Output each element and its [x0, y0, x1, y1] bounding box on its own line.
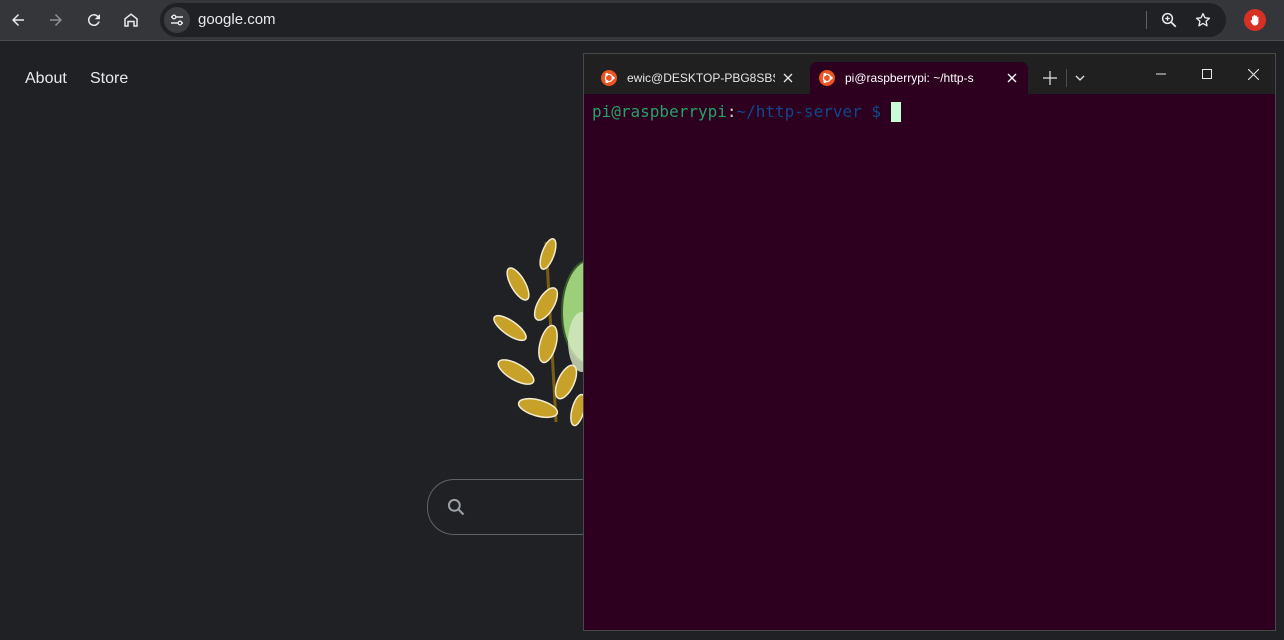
prompt-user: pi@raspberrypi: [592, 102, 727, 121]
extension-button[interactable]: [1244, 9, 1266, 31]
close-icon: [783, 73, 793, 83]
omnibox-divider: [1146, 11, 1147, 29]
terminal-window[interactable]: ewic@DESKTOP-PBG8SBS pi@raspberrypi: ~/h…: [583, 53, 1276, 631]
text-cursor: [891, 102, 902, 122]
home-button[interactable]: [115, 4, 147, 36]
chevron-down-icon: [1075, 75, 1085, 81]
search-icon: [447, 498, 465, 516]
about-link[interactable]: About: [25, 70, 67, 88]
reload-icon: [87, 14, 100, 27]
prompt-colon: :: [726, 102, 737, 121]
browser-toolbar: google.com: [0, 0, 1284, 41]
forward-button[interactable]: [40, 4, 72, 36]
terminal-tab-bar: ewic@DESKTOP-PBG8SBS pi@raspberrypi: ~/h…: [584, 54, 1275, 94]
prompt-symbol: $: [871, 102, 882, 121]
maximize-icon: [1202, 69, 1212, 79]
google-doodle-logo[interactable]: [486, 232, 596, 432]
close-icon: [1007, 73, 1017, 83]
tab-raspberrypi-session[interactable]: pi@raspberrypi: ~/http-s: [810, 62, 1028, 94]
home-icon: [124, 13, 138, 27]
tab-close-button[interactable]: [1004, 70, 1020, 86]
new-tab-button[interactable]: [1036, 66, 1064, 90]
tab-dropdown-button[interactable]: [1068, 66, 1092, 90]
site-info-button[interactable]: [164, 7, 190, 33]
close-icon: [1247, 68, 1259, 80]
bookmark-button[interactable]: [1190, 7, 1216, 33]
tune-icon: [171, 14, 183, 26]
tab-desktop-session[interactable]: ewic@DESKTOP-PBG8SBS: [592, 62, 804, 94]
arrow-forward-icon: [50, 14, 62, 26]
tab-close-button[interactable]: [780, 70, 796, 86]
zoom-button[interactable]: [1156, 7, 1182, 33]
tab-title: ewic@DESKTOP-PBG8SBS: [627, 71, 775, 85]
arrow-back-icon: [12, 14, 24, 26]
star-icon: [1195, 12, 1211, 27]
back-button[interactable]: [2, 4, 34, 36]
terminal-output[interactable]: pi@raspberrypi:~/http-server $: [592, 102, 902, 122]
plus-icon: [1043, 71, 1057, 85]
prompt-path: ~/http-server: [736, 102, 862, 121]
zoom-in-icon: [1161, 12, 1177, 28]
minimize-icon: [1156, 73, 1166, 75]
url-text[interactable]: google.com: [198, 11, 276, 28]
store-link[interactable]: Store: [90, 70, 128, 88]
minimize-button[interactable]: [1138, 54, 1184, 94]
ubuntu-icon: [601, 70, 617, 86]
tab-title: pi@raspberrypi: ~/http-s: [845, 71, 974, 85]
hand-stop-icon: [1250, 15, 1259, 26]
tab-divider: [1066, 69, 1067, 87]
reload-button[interactable]: [78, 4, 110, 36]
window-close-button[interactable]: [1230, 54, 1276, 94]
address-bar[interactable]: google.com: [160, 3, 1226, 37]
maximize-button[interactable]: [1184, 54, 1230, 94]
ubuntu-icon: [819, 70, 835, 86]
